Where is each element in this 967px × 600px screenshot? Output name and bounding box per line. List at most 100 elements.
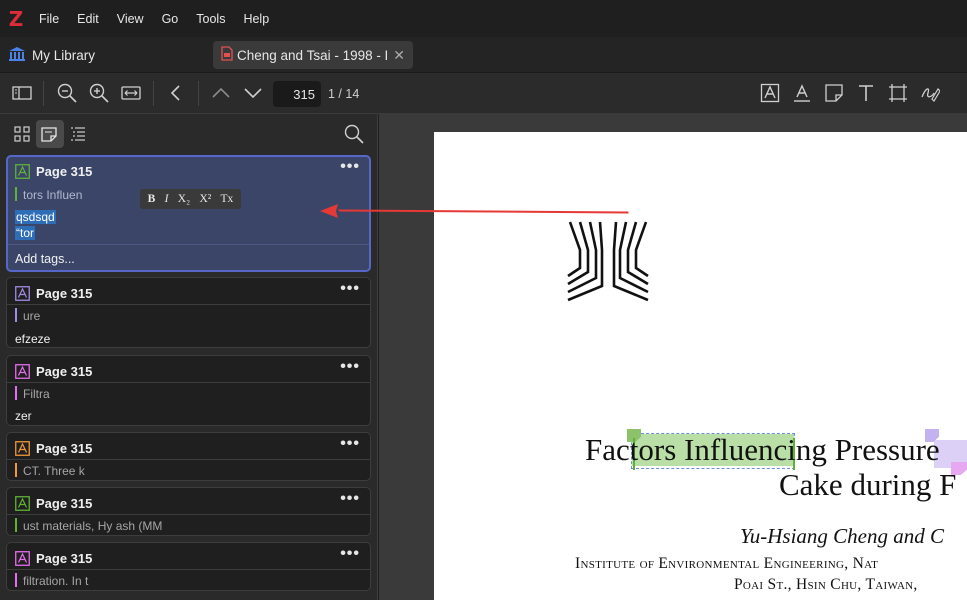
superscript-button[interactable]: X² (199, 193, 211, 205)
annotation-comment[interactable]: efzeze (15, 332, 50, 346)
thumbnails-view-icon[interactable] (8, 120, 36, 148)
close-icon[interactable]: ✕ (393, 47, 405, 64)
more-options-icon[interactable]: ••• (340, 490, 360, 508)
tab-my-library[interactable]: My Library (8, 43, 95, 67)
page-count: 1 / 14 (328, 87, 360, 101)
annotation-card[interactable]: Page 315 ••• filtration. In t (6, 542, 371, 591)
menu-help[interactable]: Help (236, 12, 276, 26)
next-page-icon[interactable] (242, 82, 264, 104)
annotation-header: Page 315 (15, 494, 92, 512)
paper-title-line-2: Cake during F (779, 467, 957, 502)
annotation-highlight-text: Filtra (23, 387, 50, 401)
highlight-type-icon (15, 495, 30, 511)
annotation-highlight-text: filtration. In t (23, 574, 89, 588)
annotation-comment-line-2[interactable]: “tor (15, 226, 35, 240)
draw-tool-icon[interactable] (919, 82, 941, 104)
tab-document[interactable]: Cheng and Tsai - 1998 - F ✕ (213, 41, 413, 69)
annotation-page-label: Page 315 (36, 363, 93, 379)
highlight-type-icon (15, 550, 30, 566)
annotation-page-label: Page 315 (36, 550, 93, 566)
previous-page-icon[interactable] (210, 82, 232, 104)
highlight-color-bar (15, 518, 17, 532)
menu-view[interactable]: View (110, 12, 151, 26)
highlight-color-bar (15, 463, 17, 477)
annotation-highlight-text: tors Influen (23, 188, 83, 202)
annotation-page-label: Page 315 (36, 495, 93, 511)
toolbar-separator (153, 81, 154, 106)
annotation-header: Page 315 (15, 362, 92, 380)
back-icon[interactable] (165, 82, 187, 104)
comment-line-1: qsdsqd (15, 210, 56, 224)
highlight-type-icon (15, 285, 30, 301)
highlight-color-bar (15, 187, 17, 201)
highlight-color-bar (15, 386, 17, 400)
paper-affiliation-line-1: Institute of Environmental Engineering, … (575, 555, 879, 572)
annotation-page-label: Page 315 (36, 163, 93, 179)
annotation-header: Page 315 (15, 284, 92, 302)
annotation-page-label: Page 315 (36, 285, 93, 301)
menu-go[interactable]: Go (155, 12, 186, 26)
zotero-logo-icon: Z (8, 6, 24, 31)
highlight-type-icon (15, 440, 30, 456)
menu-tools[interactable]: Tools (189, 12, 232, 26)
fit-width-icon[interactable] (120, 82, 142, 104)
paper-authors: Yu-Hsiang Cheng and C (740, 524, 945, 548)
annotation-highlight-text: CT. Three k (23, 464, 85, 478)
text-tool-icon[interactable] (855, 82, 877, 104)
more-options-icon[interactable]: ••• (340, 158, 360, 176)
annotation-card[interactable]: Page 315 ••• ust materials, Hy ash (MM (6, 487, 371, 536)
area-tool-icon[interactable] (887, 82, 909, 104)
annotation-comment[interactable]: zer (15, 409, 32, 423)
clear-formatting-button[interactable]: Tx (221, 193, 234, 205)
page-number-input[interactable] (273, 81, 321, 107)
bold-button[interactable]: B (148, 193, 156, 205)
highlight-tool-icon[interactable] (759, 82, 781, 104)
add-tags-button[interactable]: Add tags... (15, 252, 75, 266)
underline-tool-icon[interactable] (791, 82, 813, 104)
more-options-icon[interactable]: ••• (340, 280, 360, 298)
zoom-out-icon[interactable] (56, 82, 78, 104)
library-icon (8, 46, 28, 65)
divider (7, 382, 370, 383)
annotation-card[interactable]: Page 315 ••• ure efzeze (6, 277, 371, 348)
annotation-highlight-text: ure (23, 309, 41, 323)
paper-affiliation-line-2: Poai St., Hsin Chu, Taiwan, (734, 576, 918, 593)
paper-title-line-1: Factors Influencing Pressure (585, 432, 940, 467)
highlight-type-icon (15, 163, 30, 179)
outline-view-icon[interactable] (64, 120, 92, 148)
toolbar-separator (43, 81, 44, 106)
tab-bar: My Library Cheng and Tsai - 1998 - F ✕ (0, 37, 967, 73)
divider (8, 244, 369, 245)
search-icon[interactable] (340, 120, 368, 148)
annotation-page-label: Page 315 (36, 440, 93, 456)
comment-line-2: “tor (15, 226, 35, 240)
more-options-icon[interactable]: ••• (340, 435, 360, 453)
toggle-sidebar-icon[interactable] (11, 82, 33, 104)
note-tool-icon[interactable] (823, 82, 845, 104)
toolbar-separator (198, 81, 199, 106)
red-arrow-icon (320, 204, 629, 218)
annotation-card[interactable]: Page 315 ••• Filtra zer (6, 355, 371, 426)
more-options-icon[interactable]: ••• (340, 358, 360, 376)
divider (7, 304, 370, 305)
zoom-in-icon[interactable] (88, 82, 110, 104)
annotation-header: Page 315 (15, 549, 92, 567)
format-toolbar: B I X₂ X² Tx (140, 189, 241, 209)
highlight-color-bar (15, 573, 17, 587)
annotations-view-icon[interactable] (36, 120, 64, 148)
menu-file[interactable]: File (32, 12, 66, 26)
menu-edit[interactable]: Edit (70, 12, 106, 26)
annotation-comment[interactable]: qsdsqd (15, 210, 56, 224)
highlight-color-bar (15, 308, 17, 322)
italic-button[interactable]: I (165, 193, 169, 205)
divider (7, 514, 370, 515)
journal-logo-icon (567, 221, 649, 302)
reader-toolbar: 1 / 14 (0, 73, 967, 114)
annotation-header: Page 315 (15, 162, 92, 180)
annotation-highlight-text: ust materials, Hy ash (MM (23, 519, 163, 533)
more-options-icon[interactable]: ••• (340, 545, 360, 563)
highlight-type-icon (15, 363, 30, 379)
subscript-button[interactable]: X₂ (178, 193, 190, 205)
annotation-card[interactable]: Page 315 ••• CT. Three k (6, 432, 371, 481)
menu-bar: Z File Edit View Go Tools Help (0, 0, 967, 37)
